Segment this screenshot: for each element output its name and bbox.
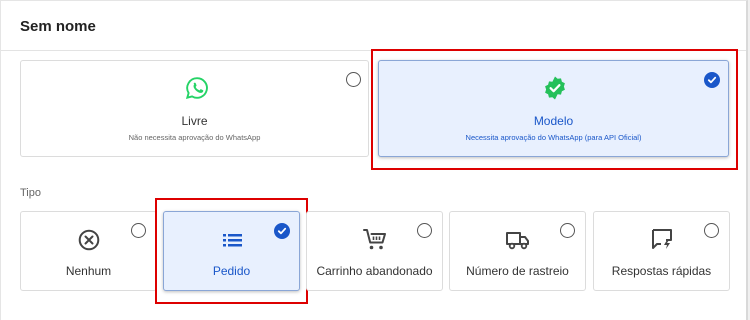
type-section-label: Tipo [20, 187, 41, 199]
type-option-label: Pedido [212, 264, 251, 278]
radio-button[interactable] [560, 223, 575, 238]
mode-option-label: Livre [181, 114, 208, 128]
check-icon[interactable] [274, 223, 290, 239]
quick-reply-icon [652, 229, 672, 249]
shopping-cart-icon [363, 229, 386, 250]
mode-option-description: Não necessita aprovação do WhatsApp [128, 133, 261, 142]
verified-badge-icon [545, 76, 565, 100]
type-option-carrinho-abandonado[interactable]: Carrinho abandonado [306, 211, 443, 291]
type-option-label: Respostas rápidas [611, 264, 712, 278]
radio-button[interactable] [417, 223, 432, 238]
type-option-numero-de-rastreio[interactable]: Número de rastreio [449, 211, 586, 291]
type-option-pedido[interactable]: Pedido [163, 211, 300, 291]
type-option-respostas-rapidas[interactable]: Respostas rápidas [593, 211, 730, 291]
mode-option-description: Necessita aprovação do WhatsApp (para AP… [465, 133, 642, 142]
mode-option-label: Modelo [533, 114, 574, 128]
type-option-nenhum[interactable]: Nenhum [20, 211, 157, 291]
cancel-circle-icon [78, 229, 100, 251]
dialog-header: Sem nome [1, 1, 746, 51]
dialog: Sem nome Livre Não necessita aprovação d… [0, 0, 748, 320]
mode-option-modelo[interactable]: Modelo Necessita aprovação do WhatsApp (… [378, 60, 729, 157]
radio-button[interactable] [704, 223, 719, 238]
radio-button[interactable] [346, 72, 361, 87]
dialog-title: Sem nome [20, 18, 96, 35]
type-option-label: Carrinho abandonado [316, 264, 433, 278]
check-icon[interactable] [704, 72, 720, 88]
mode-option-livre[interactable]: Livre Não necessita aprovação do WhatsAp… [20, 60, 369, 157]
list-icon [223, 234, 242, 247]
whatsapp-icon [185, 77, 208, 100]
radio-button[interactable] [131, 223, 146, 238]
truck-icon [506, 232, 529, 250]
type-option-label: Número de rastreio [466, 264, 569, 278]
type-option-label: Nenhum [65, 264, 112, 278]
